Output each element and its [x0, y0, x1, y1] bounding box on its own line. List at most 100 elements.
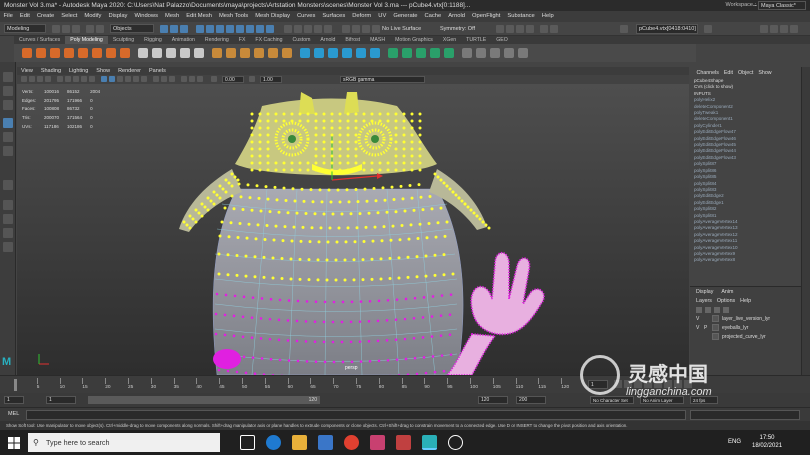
select-tool-icon[interactable] [3, 72, 13, 82]
vertex-dot[interactable] [352, 258, 356, 262]
vertex-dot[interactable] [430, 335, 434, 338]
vertex-dot[interactable] [212, 190, 216, 194]
layer-row[interactable]: Vlayer_live_version_lyr [696, 314, 801, 323]
vertex-dot[interactable] [191, 217, 195, 221]
vertex-dot[interactable] [264, 185, 268, 189]
vertex-dot[interactable] [391, 224, 395, 228]
vertex-dot[interactable] [287, 359, 291, 362]
vertex-dot[interactable] [224, 190, 228, 194]
vertex-dot[interactable] [443, 234, 447, 238]
vertex-dot[interactable] [251, 296, 255, 299]
vertex-dot[interactable] [290, 239, 294, 243]
vertex-dot[interactable] [314, 119, 318, 123]
vertex-dot[interactable] [362, 168, 366, 172]
vertex-dot[interactable] [378, 161, 382, 165]
vertex-dot[interactable] [258, 168, 262, 172]
vertex-dot[interactable] [385, 210, 389, 214]
shelf-tab-turtle[interactable]: TURTLE [461, 36, 491, 44]
monster-foot-vertices[interactable] [213, 349, 241, 369]
vertex-dot[interactable] [314, 140, 318, 144]
vertex-dot[interactable] [313, 320, 317, 323]
shelf-tab-rigging[interactable]: Rigging [139, 36, 167, 44]
vertex-dot[interactable] [449, 293, 453, 296]
scale-tool-icon[interactable] [3, 146, 13, 156]
vertex-dot[interactable] [376, 319, 380, 323]
select-by-curves-icon[interactable] [216, 25, 224, 33]
vertex-dot[interactable] [424, 254, 428, 258]
time-slider-ticks[interactable]: 5 10 15 20 25 30 35 40 45 50 55 60 65 70 75 80 85 90 95 100… [14, 376, 584, 394]
vertex-dot[interactable] [262, 275, 266, 279]
snap-grid-icon[interactable] [284, 25, 292, 33]
vertex-dot[interactable] [383, 198, 387, 202]
vertex-dot[interactable] [277, 210, 281, 214]
triangulate-icon[interactable] [504, 48, 514, 58]
vertex-dot[interactable] [370, 161, 374, 165]
vertex-dot[interactable] [433, 273, 437, 277]
vertex-dot[interactable] [394, 338, 398, 342]
vertex-dot[interactable] [412, 336, 416, 340]
vertex-dot[interactable] [484, 223, 488, 227]
vertex-dot[interactable] [346, 140, 350, 144]
outliner-layout-icon[interactable] [3, 228, 13, 238]
quadrangulate-icon[interactable] [518, 48, 528, 58]
viewport-3d[interactable] [17, 84, 689, 375]
vertex-dot[interactable] [284, 198, 288, 202]
vertex-dot[interactable] [306, 161, 310, 165]
vertex-dot[interactable] [431, 355, 435, 358]
edge-browser-icon[interactable] [266, 435, 281, 450]
vertex-dot[interactable] [286, 319, 290, 322]
vertex-dot[interactable] [229, 221, 233, 225]
unfold-icon[interactable] [430, 48, 440, 58]
vertex-dot[interactable] [394, 210, 398, 214]
vertex-dot[interactable] [403, 337, 407, 341]
vertex-dot[interactable] [442, 181, 446, 185]
layer-visibility-toggle[interactable]: V [696, 316, 704, 322]
vertex-dot[interactable] [298, 257, 302, 261]
snap-point-icon[interactable] [304, 25, 312, 33]
vertex-dot[interactable] [289, 277, 293, 281]
side-panel-tabs[interactable] [801, 67, 810, 375]
vertex-dot[interactable] [433, 253, 437, 257]
vertex-dot[interactable] [274, 112, 278, 116]
select-by-rendering-icon[interactable] [256, 25, 264, 33]
symmetry-label[interactable]: Symmetry: Off [440, 26, 475, 32]
vertex-dot[interactable] [349, 340, 353, 344]
vertex-dot[interactable] [379, 257, 383, 261]
vertex-dot[interactable] [334, 258, 338, 262]
undo-icon[interactable] [86, 25, 94, 33]
single-perspective-layout-icon[interactable] [3, 200, 13, 210]
vertex-dot[interactable] [322, 140, 326, 144]
vertex-dot[interactable] [433, 370, 437, 374]
vertex-dot[interactable] [200, 202, 204, 206]
image-plane-icon[interactable] [45, 76, 51, 82]
gate-mask-icon[interactable] [81, 76, 87, 82]
vertex-dot[interactable] [358, 320, 362, 323]
vertex-dot[interactable] [310, 226, 314, 230]
vertex-dot[interactable] [325, 258, 329, 262]
auto-map-icon[interactable] [416, 48, 426, 58]
vertex-dot[interactable] [430, 315, 434, 318]
vertex-dot[interactable] [226, 369, 230, 373]
menu-modify[interactable]: Modify [81, 11, 105, 22]
vertex-dot[interactable] [291, 187, 295, 191]
xray-icon[interactable] [153, 76, 159, 82]
vertex-dot[interactable] [440, 294, 444, 297]
vertex-dot[interactable] [280, 257, 284, 261]
vertex-dot[interactable] [258, 161, 262, 165]
vertex-dot[interactable] [460, 199, 464, 203]
monster-body-mesh[interactable] [212, 188, 464, 375]
vertex-dot[interactable] [418, 112, 422, 116]
component-mode-icon[interactable] [180, 25, 188, 33]
vertex-dot[interactable] [402, 112, 406, 116]
vertex-dot[interactable] [358, 212, 362, 216]
menu-uv[interactable]: UV [375, 11, 390, 22]
vertex-dot[interactable] [322, 126, 326, 130]
layer-up-icon[interactable] [696, 306, 702, 313]
vertex-dot[interactable] [418, 147, 422, 151]
vertex-dot[interactable] [362, 119, 366, 123]
vertex-dot[interactable] [185, 223, 189, 227]
vertex-dot[interactable] [266, 154, 270, 158]
shelf-tab-bifrost[interactable]: Bifrost [340, 36, 365, 44]
layer-menu-help[interactable]: Help [740, 298, 751, 304]
vertex-dot[interactable] [263, 237, 267, 241]
